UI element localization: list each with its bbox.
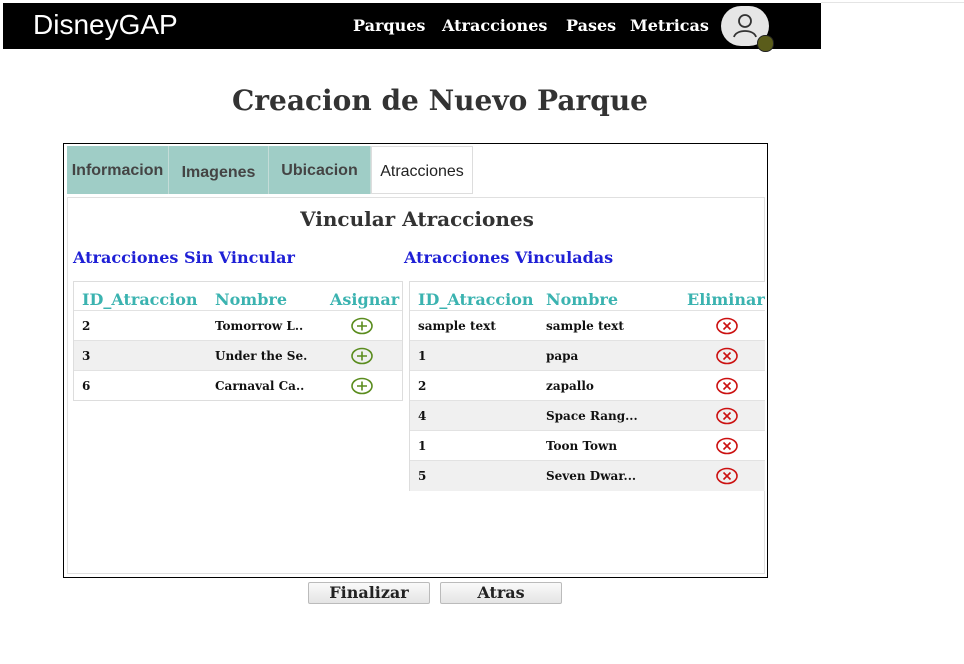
section-title: Vincular Atracciones	[300, 207, 534, 231]
status-dot	[757, 35, 774, 52]
navbar: DisneyGAP Parques Atracciones Pases Metr…	[3, 3, 821, 49]
cell-name: Space Rang...	[546, 409, 638, 423]
back-button[interactable]: Atras	[440, 582, 562, 604]
form-panel: Informacion Imagenes Ubicacion Atraccion…	[63, 143, 768, 604]
tab-informacion[interactable]: Informacion	[67, 146, 169, 194]
tab-ubicacion[interactable]: Ubicacion	[269, 146, 371, 194]
cell-name: Carnaval Ca..	[215, 379, 305, 393]
x-circle-icon[interactable]	[716, 377, 738, 395]
nav-pases[interactable]: Pases	[566, 16, 616, 35]
cell-id: sample text	[418, 319, 496, 333]
cell-id: 3	[82, 349, 91, 363]
nav-metricas[interactable]: Metricas	[630, 16, 709, 35]
col-nombre: Nombre	[215, 290, 288, 309]
cell-id: 2	[82, 319, 91, 333]
col-eliminar: Eliminar	[687, 290, 765, 309]
cell-id: 2	[418, 379, 427, 393]
page-title: Creacion de Nuevo Parque	[231, 84, 648, 117]
x-circle-icon[interactable]	[716, 467, 738, 485]
unlinked-title: Atracciones Sin Vincular	[73, 248, 295, 267]
col-nombre: Nombre	[546, 290, 619, 309]
nav-parques[interactable]: Parques	[353, 16, 425, 35]
linked-table: ID_Atraccion Nombre Eliminar sample text…	[409, 281, 765, 491]
cell-name: sample text	[546, 319, 624, 333]
plus-circle-icon[interactable]	[351, 347, 373, 365]
tab-imagenes[interactable]: Imagenes	[169, 146, 269, 194]
cell-name: Under the Se..	[215, 349, 307, 363]
tab-atracciones[interactable]: Atracciones	[371, 146, 473, 194]
cell-name: zapallo	[546, 379, 594, 393]
cell-id: 1	[418, 439, 427, 453]
table-header: ID_Atraccion Nombre Asignar	[74, 282, 402, 310]
table-row: 3 Under the Se..	[74, 340, 402, 371]
cell-name: papa	[546, 349, 579, 363]
tab-imagenes-label: Imagenes	[181, 164, 256, 181]
cell-id: 1	[418, 349, 427, 363]
cell-name: Tomorrow L..	[215, 319, 304, 333]
tab-informacion-label: Informacion	[71, 162, 164, 179]
brand-logo[interactable]: DisneyGAP	[33, 9, 178, 41]
table-row: 2 Tomorrow L..	[74, 310, 402, 341]
table-row: 4 Space Rang...	[410, 400, 765, 431]
linked-title: Atracciones Vinculadas	[404, 248, 614, 267]
cell-name: Seven Dwar...	[546, 469, 637, 483]
x-circle-icon[interactable]	[716, 317, 738, 335]
cell-name: Toon Town	[546, 439, 618, 453]
x-circle-icon[interactable]	[716, 347, 738, 365]
tab-content: Vincular Atracciones Atracciones Sin Vin…	[67, 197, 765, 604]
cell-id: 4	[418, 409, 427, 423]
x-circle-icon[interactable]	[716, 407, 738, 425]
col-asignar: Asignar	[330, 290, 400, 309]
plus-circle-icon[interactable]	[351, 377, 373, 395]
table-header: ID_Atraccion Nombre Eliminar	[410, 282, 765, 310]
top-divider	[821, 2, 964, 3]
table-row: 1 Toon Town	[410, 430, 765, 461]
cell-id: 5	[418, 469, 427, 483]
table-row: 1 papa	[410, 340, 765, 371]
col-id: ID_Atraccion	[82, 290, 198, 309]
unlinked-table: ID_Atraccion Nombre Asignar 2 Tomorrow L…	[73, 281, 403, 401]
x-circle-icon[interactable]	[716, 437, 738, 455]
col-id: ID_Atraccion	[418, 290, 534, 309]
table-row: sample text sample text	[410, 310, 765, 341]
finish-button[interactable]: Finalizar	[308, 582, 430, 604]
tab-ubicacion-label: Ubicacion	[281, 162, 358, 179]
plus-circle-icon[interactable]	[351, 317, 373, 335]
table-row: 2 zapallo	[410, 370, 765, 401]
nav-atracciones[interactable]: Atracciones	[442, 16, 547, 35]
table-row: 6 Carnaval Ca..	[74, 370, 402, 401]
cell-id: 6	[82, 379, 91, 393]
table-row: 5 Seven Dwar...	[410, 460, 765, 491]
tab-atracciones-label: Atracciones	[380, 163, 464, 180]
